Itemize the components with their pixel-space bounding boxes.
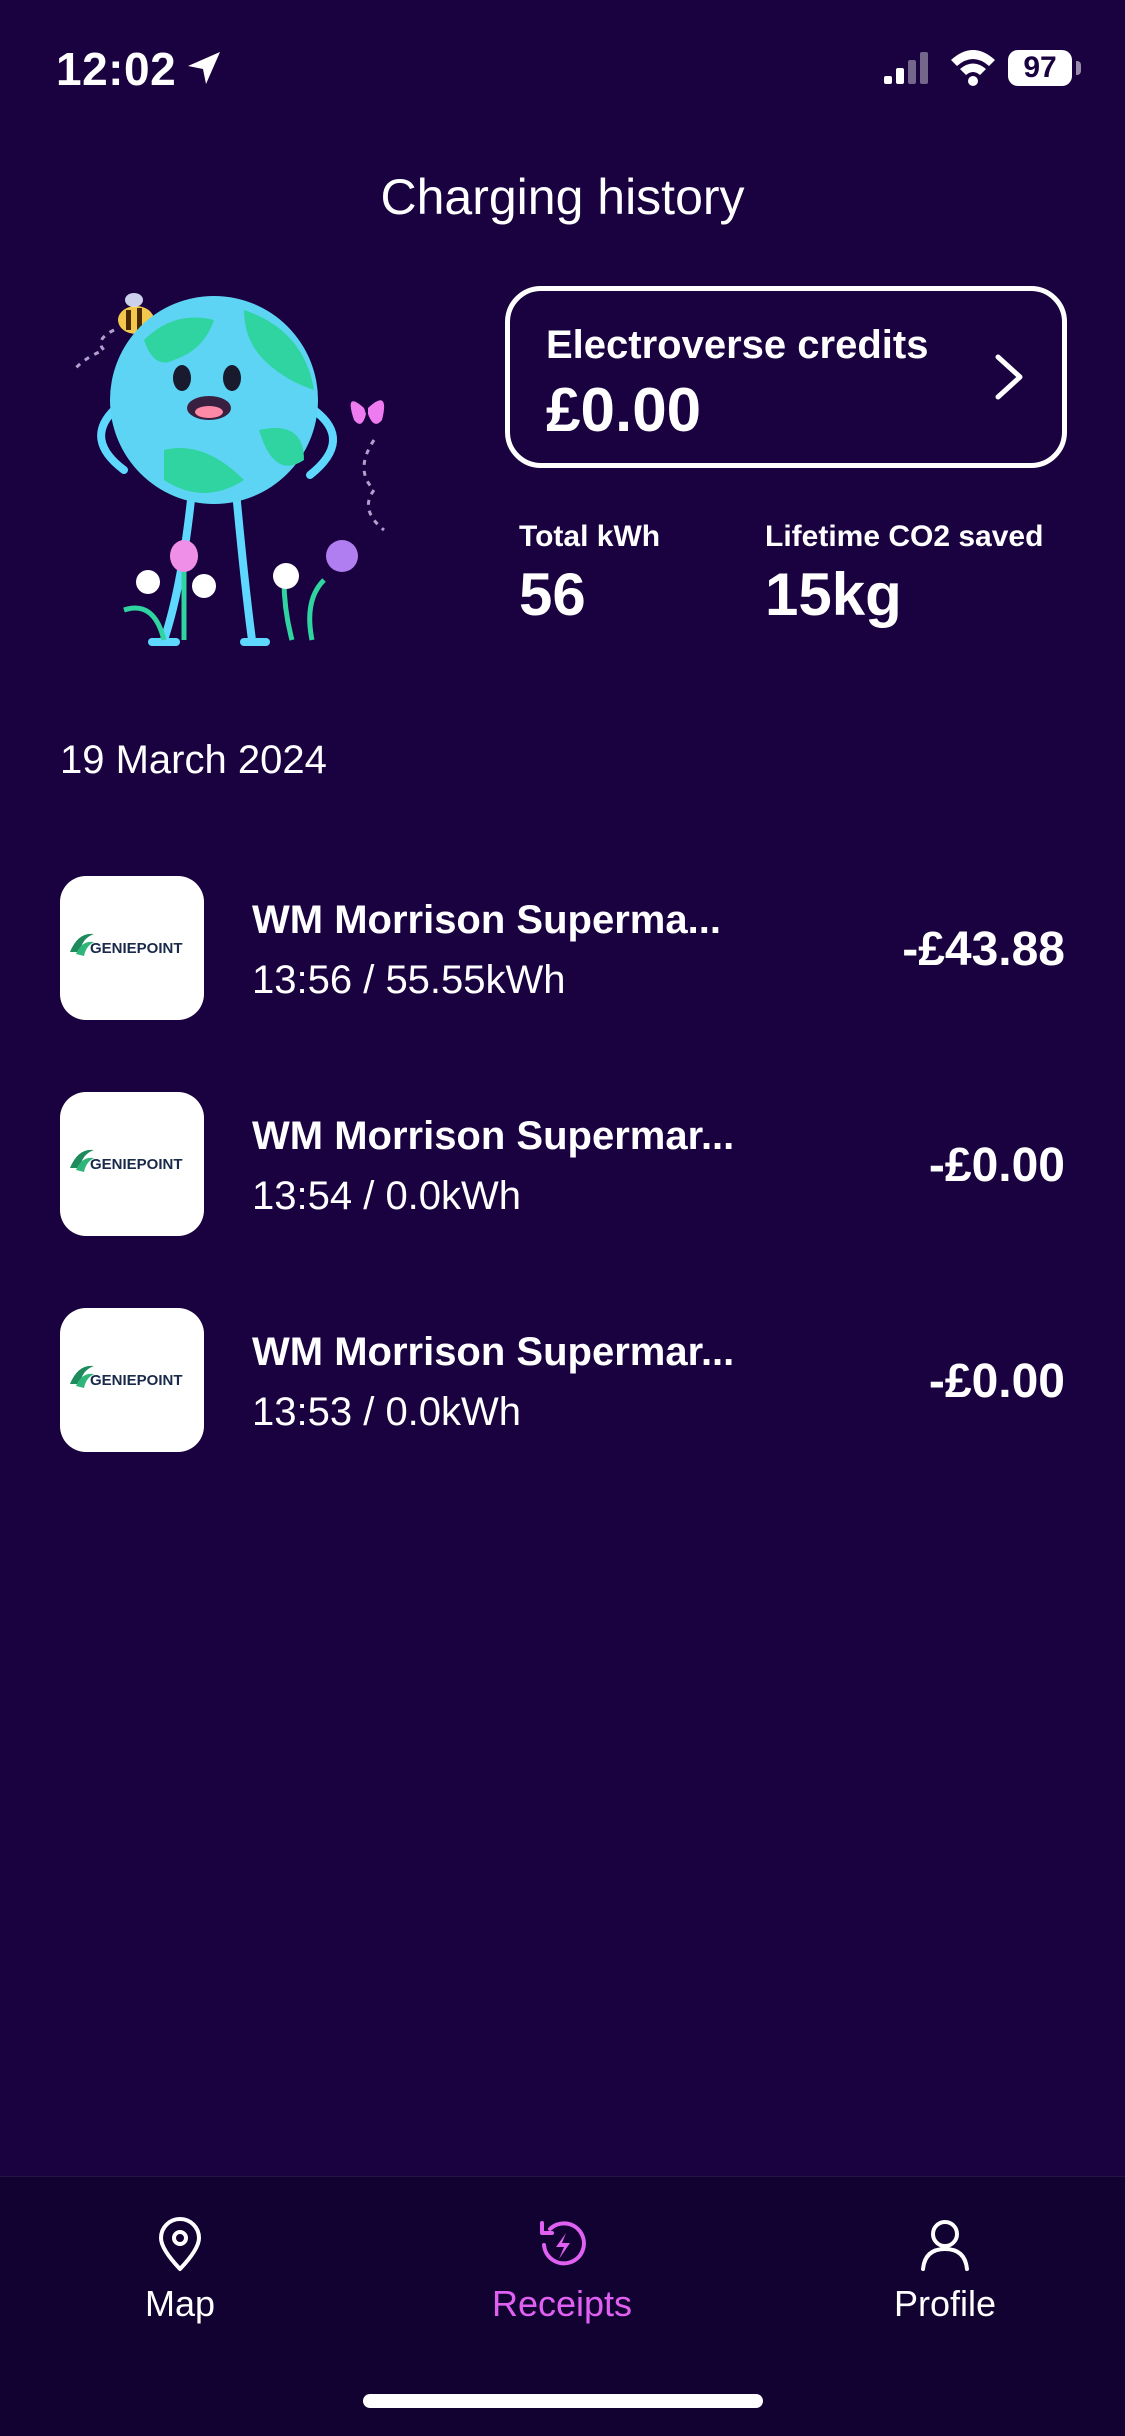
session-details: 13:56 / 55.55kWh bbox=[252, 958, 566, 1002]
chevron-right-icon bbox=[995, 354, 1023, 400]
co2-saved-stat: Lifetime CO2 saved 15kg bbox=[765, 520, 1043, 629]
list-item[interactable]: GENIEPOINT WM Morrison Supermar... 13:53… bbox=[60, 1308, 1065, 1454]
status-bar: 12:02 97 bbox=[0, 0, 1125, 140]
location-arrow-icon bbox=[188, 52, 220, 84]
tab-label-map: Map bbox=[144, 2283, 216, 2324]
geniepoint-logo: GENIEPOINT bbox=[60, 1092, 204, 1236]
co2-saved-label: Lifetime CO2 saved bbox=[765, 520, 1044, 553]
profile-icon bbox=[921, 2220, 969, 2271]
logo-text: GENIEPOINT bbox=[90, 1156, 183, 1173]
electroverse-credits-card[interactable]: Electroverse credits £0.00 bbox=[505, 286, 1067, 468]
session-amount: -£43.88 bbox=[902, 923, 1065, 976]
tab-profile[interactable]: Profile bbox=[815, 2217, 1075, 2325]
page-title: Charging history bbox=[380, 169, 745, 225]
tab-receipts[interactable]: Receipts bbox=[432, 2217, 692, 2325]
total-kwh-label: Total kWh bbox=[519, 520, 661, 553]
tab-label-receipts: Receipts bbox=[491, 2283, 633, 2324]
session-amount: -£0.00 bbox=[928, 1139, 1065, 1192]
geniepoint-logo: GENIEPOINT bbox=[60, 1308, 204, 1452]
wifi-icon bbox=[951, 50, 995, 86]
session-details: 13:54 / 0.0kWh bbox=[252, 1174, 522, 1218]
station-name: WM Morrison Supermar... bbox=[252, 1330, 735, 1374]
geniepoint-logo: GENIEPOINT bbox=[60, 876, 204, 1020]
credits-value: £0.00 bbox=[546, 376, 702, 445]
logo-text: GENIEPOINT bbox=[90, 940, 183, 957]
battery-icon: 97 bbox=[1008, 50, 1081, 88]
list-item[interactable]: GENIEPOINT WM Morrison Supermar... 13:54… bbox=[60, 1092, 1065, 1238]
date-heading: 19 March 2024 bbox=[60, 738, 327, 782]
status-time: 12:02 bbox=[56, 43, 177, 95]
station-name: WM Morrison Superma... bbox=[252, 898, 721, 942]
total-kwh-value: 56 bbox=[519, 561, 586, 628]
battery-level: 97 bbox=[1008, 50, 1072, 86]
credits-label: Electroverse credits bbox=[546, 323, 929, 367]
total-kwh-stat: Total kWh 56 bbox=[519, 520, 660, 629]
tab-label-profile: Profile bbox=[893, 2283, 997, 2324]
signal-icon bbox=[884, 52, 928, 84]
receipts-icon bbox=[540, 2221, 586, 2266]
home-indicator[interactable] bbox=[363, 2394, 763, 2408]
earth-mascot-illustration bbox=[72, 293, 385, 646]
battery-cap bbox=[1076, 61, 1081, 75]
session-amount: -£0.00 bbox=[928, 1355, 1065, 1408]
co2-saved-value: 15kg bbox=[765, 561, 902, 628]
butterfly-icon bbox=[350, 400, 385, 532]
tab-map[interactable]: Map bbox=[50, 2217, 310, 2325]
station-name: WM Morrison Supermar... bbox=[252, 1114, 735, 1158]
logo-text: GENIEPOINT bbox=[90, 1372, 183, 1389]
session-details: 13:53 / 0.0kWh bbox=[252, 1390, 522, 1434]
list-item[interactable]: GENIEPOINT WM Morrison Superma... 13:56 … bbox=[60, 876, 1065, 1022]
map-pin-icon bbox=[159, 2217, 201, 2271]
